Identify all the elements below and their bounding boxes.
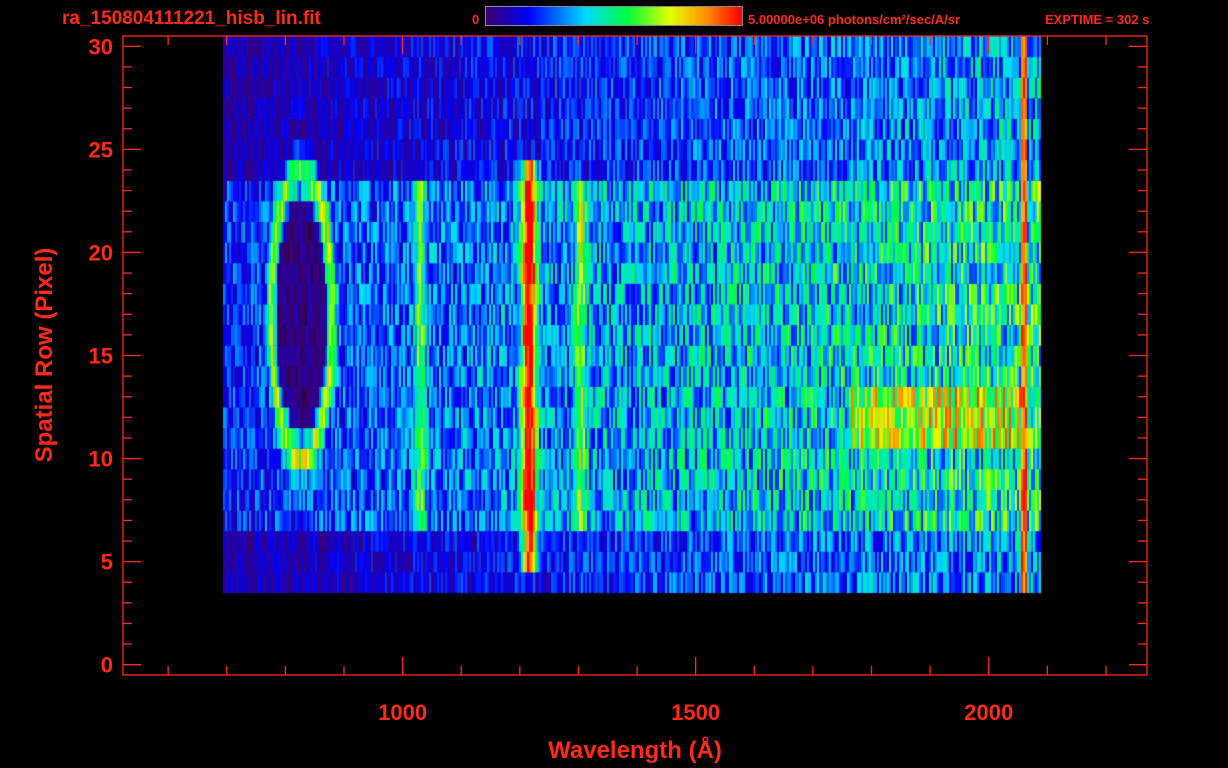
y-tick-label: 20 — [89, 240, 113, 265]
spectrum-heatmap — [123, 36, 1147, 675]
y-tick-label: 15 — [89, 344, 113, 369]
x-tick-label: 2000 — [964, 700, 1013, 725]
y-axis-label: Spatial Row (Pixel) — [31, 248, 58, 463]
y-tick-label: 25 — [89, 137, 113, 162]
x-axis-label: Wavelength (Å) — [548, 736, 722, 764]
x-tick-label: 1500 — [671, 700, 720, 725]
y-tick-label: 0 — [101, 653, 113, 678]
plot-window: ra_150804111221_hisb_lin.fit 0 5.00000e+… — [0, 0, 1228, 768]
y-tick-label: 30 — [89, 34, 113, 59]
x-tick-label: 1000 — [378, 700, 427, 725]
spectrum-plot: 1000 1500 2000051015202530 Wavelength (Å) … — [31, 34, 1148, 764]
y-tick-label: 5 — [101, 550, 113, 575]
y-tick-label: 10 — [89, 447, 113, 472]
